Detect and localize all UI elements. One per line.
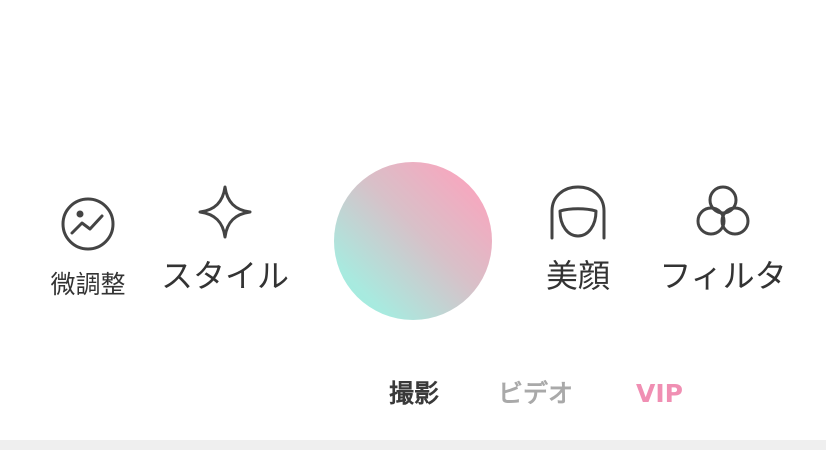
style-label: スタイル [160,257,289,295]
filter-label: フィルタ [659,257,787,295]
adjust-label: 微調整 [50,270,126,299]
style-button[interactable]: スタイル [160,184,290,292]
filter-button[interactable]: フィルタ [659,184,787,295]
beauty-label: 美顔 [545,257,610,295]
beauty-button[interactable]: 美顔 [540,184,616,292]
camera-screen: 微調整 スタイル 美顔 フィルタ 撮影 ビデオ VIP [0,0,826,450]
filter-circles-icon [696,185,750,236]
mode-video-tab[interactable]: ビデオ [498,376,573,412]
adjust-button[interactable]: 微調整 [48,196,128,297]
image-adjust-icon [61,197,115,251]
face-icon [550,185,606,240]
bottom-bar [0,440,826,450]
mode-vip-tab[interactable]: VIP [636,376,683,412]
sparkle-icon [198,185,252,239]
shutter-button[interactable] [334,162,492,320]
mode-photo-tab[interactable]: 撮影 [389,376,439,412]
mode-selector: 撮影 ビデオ VIP [0,376,826,412]
